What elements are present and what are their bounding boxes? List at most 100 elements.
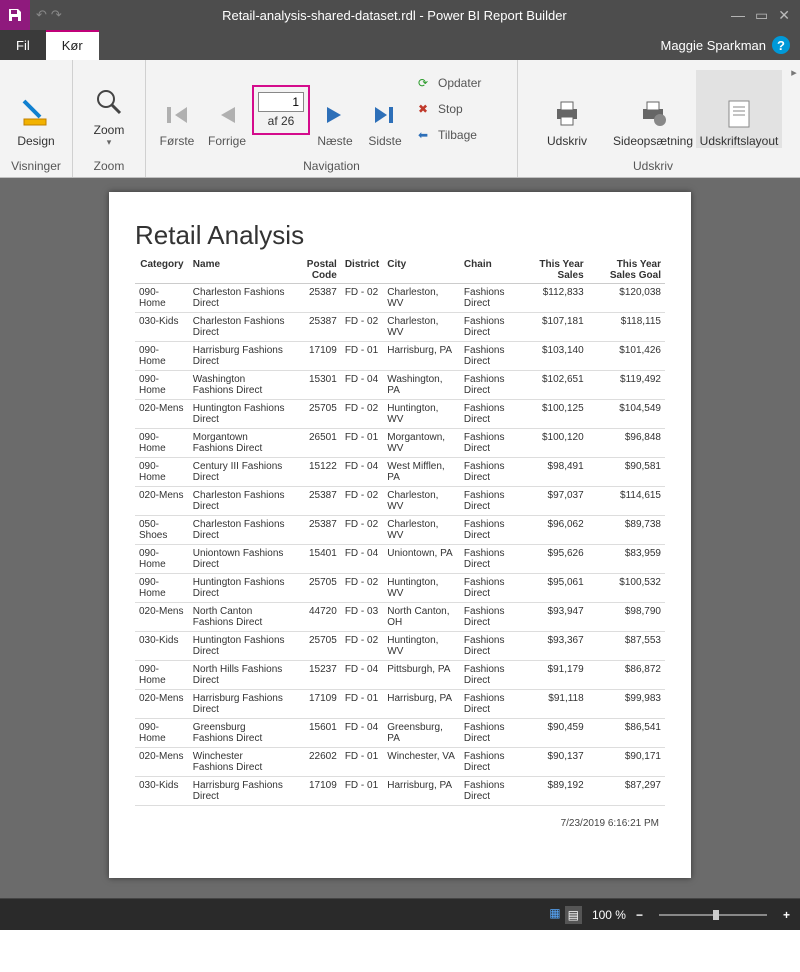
table-row: 090-HomeHarrisburg Fashions Direct17109F… (135, 342, 665, 371)
table-cell: $99,983 (588, 690, 665, 719)
table-cell: 17109 (289, 777, 341, 806)
table-cell: 090-Home (135, 371, 189, 400)
refresh-button[interactable]: ⟳Opdater (414, 72, 481, 94)
table-cell: $98,790 (588, 603, 665, 632)
table-row: 090-HomeWashington Fashions Direct15301F… (135, 371, 665, 400)
table-cell: 020-Mens (135, 400, 189, 429)
table-cell: Huntington, WV (383, 400, 460, 429)
table-cell: $101,426 (588, 342, 665, 371)
table-cell: FD - 01 (341, 690, 383, 719)
table-cell: Fashions Direct (460, 429, 523, 458)
table-cell: $86,541 (588, 719, 665, 748)
ribbon: Design Visninger Zoom ▾ Zoom Første Forr… (0, 60, 800, 178)
table-cell: Charleston, WV (383, 313, 460, 342)
table-cell: Fashions Direct (460, 313, 523, 342)
table-cell: FD - 01 (341, 429, 383, 458)
help-icon[interactable]: ? (772, 36, 790, 54)
report-canvas: Retail Analysis CategoryNamePostal CodeD… (0, 178, 800, 898)
close-button[interactable]: ✕ (778, 7, 790, 24)
table-row: 030-KidsHuntington Fashions Direct25705F… (135, 632, 665, 661)
table-cell: 17109 (289, 342, 341, 371)
zoom-button[interactable]: Zoom ▾ (79, 70, 139, 148)
table-cell: Fashions Direct (460, 516, 523, 545)
user-name: Maggie Sparkman ? (651, 30, 800, 60)
table-cell: $119,492 (588, 371, 665, 400)
menubar: Fil Kør Maggie Sparkman ? (0, 30, 800, 60)
last-page-button[interactable]: Sidste (360, 70, 410, 148)
table-row: 090-HomeHuntington Fashions Direct25705F… (135, 574, 665, 603)
table-cell: Morgantown, WV (383, 429, 460, 458)
table-cell: Huntington Fashions Direct (189, 400, 289, 429)
zoom-out-button[interactable]: − (636, 908, 643, 922)
table-header: This Year Sales Goal (588, 257, 665, 284)
table-cell: 25387 (289, 487, 341, 516)
table-cell: West Mifflen, PA (383, 458, 460, 487)
table-cell: 22602 (289, 748, 341, 777)
table-header: Category (135, 257, 189, 284)
chevron-down-icon: ▾ (107, 137, 112, 148)
page-setup-button[interactable]: Sideopsætning (610, 70, 696, 148)
table-cell: FD - 03 (341, 603, 383, 632)
file-tab[interactable]: Fil (0, 30, 46, 60)
table-cell: 25705 (289, 400, 341, 429)
print-button[interactable]: Udskriv (524, 70, 610, 148)
table-cell: $95,626 (523, 545, 588, 574)
table-cell: Charleston, WV (383, 284, 460, 313)
table-cell: $87,553 (588, 632, 665, 661)
table-cell: $91,118 (523, 690, 588, 719)
table-cell: 17109 (289, 690, 341, 719)
table-cell: 25705 (289, 574, 341, 603)
table-cell: 090-Home (135, 342, 189, 371)
table-row: 020-MensHuntington Fashions Direct25705F… (135, 400, 665, 429)
first-icon (162, 100, 192, 130)
design-button[interactable]: Design (6, 70, 66, 148)
table-cell: $97,037 (523, 487, 588, 516)
minimize-button[interactable]: ― (731, 7, 745, 24)
prev-page-button[interactable]: Forrige (202, 70, 252, 148)
print-icon (550, 96, 584, 130)
zoom-group-label: Zoom (73, 157, 145, 177)
table-cell: Harrisburg Fashions Direct (189, 342, 289, 371)
table-cell: $86,872 (588, 661, 665, 690)
stop-button[interactable]: ✖Stop (414, 98, 481, 120)
table-cell: 090-Home (135, 574, 189, 603)
page-number-input[interactable] (258, 92, 304, 112)
back-button[interactable]: ⬅Tilbage (414, 124, 481, 146)
table-cell: $98,491 (523, 458, 588, 487)
refresh-icon: ⟳ (414, 74, 432, 92)
undo-button[interactable]: ↶ (36, 7, 47, 23)
table-cell: Harrisburg, PA (383, 690, 460, 719)
page-count-label: af 26 (268, 114, 295, 128)
maximize-button[interactable]: ▭ (755, 7, 768, 24)
zoom-in-button[interactable]: + (783, 908, 790, 922)
page-number-block: af 26 (252, 85, 310, 135)
table-cell: $104,549 (588, 400, 665, 429)
table-cell: Fashions Direct (460, 777, 523, 806)
table-cell: $83,959 (588, 545, 665, 574)
navigation-group-label: Navigation (146, 157, 517, 177)
table-cell: FD - 01 (341, 342, 383, 371)
table-cell: $96,848 (588, 429, 665, 458)
redo-button[interactable]: ↷ (51, 7, 62, 23)
save-button[interactable] (0, 0, 30, 30)
table-cell: Huntington, WV (383, 574, 460, 603)
run-tab[interactable]: Kør (46, 30, 99, 60)
table-cell: FD - 04 (341, 661, 383, 690)
table-row: 030-KidsCharleston Fashions Direct25387F… (135, 313, 665, 342)
table-row: 020-MensHarrisburg Fashions Direct17109F… (135, 690, 665, 719)
report-timestamp: 7/23/2019 6:16:21 PM (135, 818, 665, 829)
table-cell: 020-Mens (135, 748, 189, 777)
first-page-button[interactable]: Første (152, 70, 202, 148)
table-cell: Winchester, VA (383, 748, 460, 777)
normal-view-icon[interactable]: ▦ (549, 906, 560, 924)
ribbon-overflow[interactable]: ▸ (788, 60, 800, 177)
print-layout-button[interactable]: Udskriftslayout (696, 70, 782, 148)
table-cell: 030-Kids (135, 777, 189, 806)
table-cell: Winchester Fashions Direct (189, 748, 289, 777)
stop-icon: ✖ (414, 100, 432, 118)
table-cell: Greensburg, PA (383, 719, 460, 748)
table-cell: $95,061 (523, 574, 588, 603)
next-page-button[interactable]: Næste (310, 70, 360, 148)
print-view-icon[interactable]: ▤ (565, 906, 582, 924)
zoom-slider[interactable] (653, 914, 773, 916)
